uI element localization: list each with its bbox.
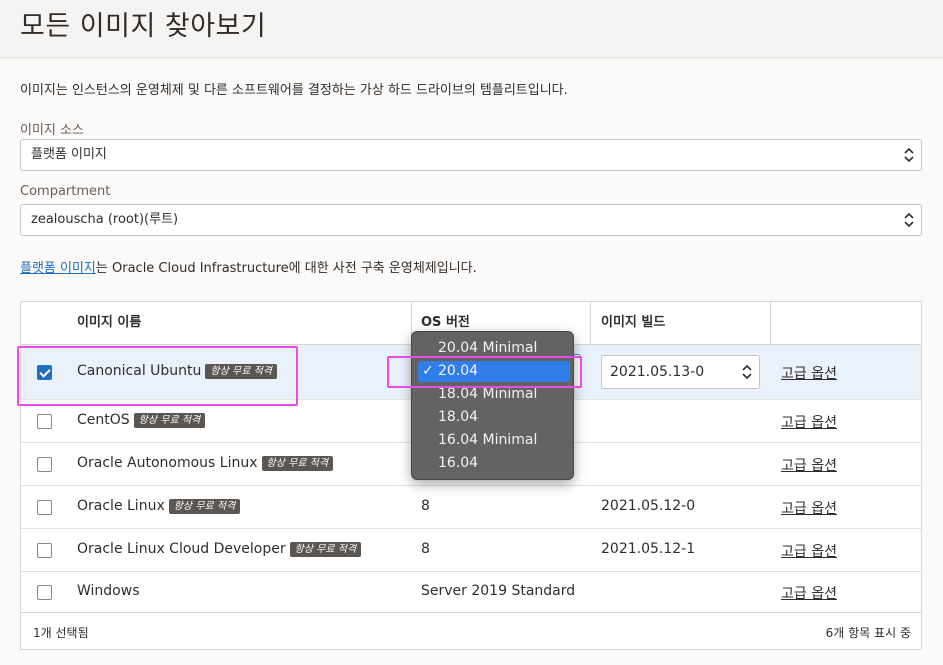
chevron-updown-icon (904, 212, 914, 228)
item-count: 6개 항목 표시 중 (825, 626, 911, 640)
always-free-badge: 항상 무료 적격 (261, 456, 334, 471)
os-version-value: 8 (421, 541, 430, 557)
image-source-select[interactable]: 플랫폼 이미지 (20, 139, 922, 171)
image-name: Oracle Linux Cloud Developer (77, 541, 286, 557)
table-row[interactable]: Oracle Linux 항상 무료 적격 8 2021.05.12-0 고급 옵… (21, 486, 921, 529)
highlight-annotation-box (17, 346, 298, 406)
row-name-cell: Oracle Linux Cloud Developer 항상 무료 적격 (77, 541, 362, 557)
column-header-name: 이미지 이름 (77, 315, 142, 330)
always-free-badge: 항상 무료 적격 (133, 413, 206, 428)
row-checkbox[interactable] (37, 414, 52, 429)
os-version-option[interactable]: 18.04 (418, 407, 570, 428)
os-version-value: Server 2019 Standard (421, 583, 576, 599)
row-name-cell: Oracle Autonomous Linux 항상 무료 적격 (77, 455, 334, 471)
table-footer: 1개 선택됨 6개 항목 표시 중 (21, 612, 921, 649)
os-version-value: 8 (421, 498, 430, 514)
compartment-select[interactable]: zealouscha (root)(루트) (20, 204, 922, 236)
page-title: 모든 이미지 찾아보기 (20, 11, 267, 42)
column-header-build: 이미지 빌드 (601, 315, 666, 330)
image-source-label: 이미지 소스 (20, 123, 84, 138)
os-version-option[interactable]: 16.04 (418, 453, 570, 474)
page-header: 모든 이미지 찾아보기 (0, 0, 943, 58)
image-build-select[interactable]: 2021.05.13-0 (601, 355, 760, 389)
image-source-value: 플랫폼 이미지 (31, 147, 107, 162)
compartment-label: Compartment (20, 184, 111, 199)
selected-count: 1개 선택됨 (33, 626, 89, 640)
chevron-updown-icon (742, 364, 752, 380)
image-build-value: 2021.05.12-0 (601, 498, 696, 514)
platform-info-text: 는 Oracle Cloud Infrastructure에 대한 사전 구축 … (95, 261, 477, 276)
row-checkbox[interactable] (37, 543, 52, 558)
image-build-value: 2021.05.13-0 (610, 364, 705, 380)
row-checkbox[interactable] (37, 585, 52, 600)
row-name-cell: CentOS 항상 무료 적격 (77, 412, 206, 428)
always-free-badge: 항상 무료 적격 (289, 542, 362, 557)
always-free-badge: 항상 무료 적격 (168, 499, 241, 514)
column-divider (770, 302, 771, 345)
image-name: CentOS (77, 412, 130, 428)
table-row[interactable]: Windows Server 2019 Standard 고급 옵션 (21, 572, 921, 612)
row-name-cell: Oracle Linux 항상 무료 적격 (77, 498, 241, 514)
chevron-updown-icon (904, 147, 914, 163)
advanced-options-link[interactable]: 고급 옵션 (781, 541, 837, 561)
platform-image-link[interactable]: 플랫폼 이미지 (20, 261, 96, 276)
advanced-options-link[interactable]: 고급 옵션 (781, 412, 837, 432)
row-checkbox[interactable] (37, 500, 52, 515)
image-name: Windows (77, 583, 140, 599)
column-divider (590, 302, 591, 345)
os-version-option[interactable]: 16.04 Minimal (418, 430, 570, 451)
advanced-options-link[interactable]: 고급 옵션 (781, 363, 837, 383)
page-description: 이미지는 인스턴스의 운영체제 및 다른 소프트웨어를 결정하는 가상 하드 드… (20, 83, 568, 98)
row-checkbox[interactable] (37, 457, 52, 472)
advanced-options-link[interactable]: 고급 옵션 (781, 455, 837, 475)
image-build-value: 2021.05.12-1 (601, 541, 696, 557)
row-name-cell: Windows (77, 583, 140, 599)
highlight-annotation-box (387, 356, 582, 388)
advanced-options-link[interactable]: 고급 옵션 (781, 498, 837, 518)
image-name: Oracle Autonomous Linux (77, 455, 258, 471)
platform-info: 플랫폼 이미지는 Oracle Cloud Infrastructure에 대한… (20, 257, 477, 276)
table-row[interactable]: Oracle Linux Cloud Developer 항상 무료 적격 8 2… (21, 529, 921, 572)
image-name: Oracle Linux (77, 498, 165, 514)
advanced-options-link[interactable]: 고급 옵션 (781, 583, 837, 603)
compartment-value: zealouscha (root)(루트) (31, 212, 179, 227)
os-version-dropdown-menu[interactable]: 20.04 Minimal ✓ 20.04 18.04 Minimal 18.0… (411, 331, 574, 480)
